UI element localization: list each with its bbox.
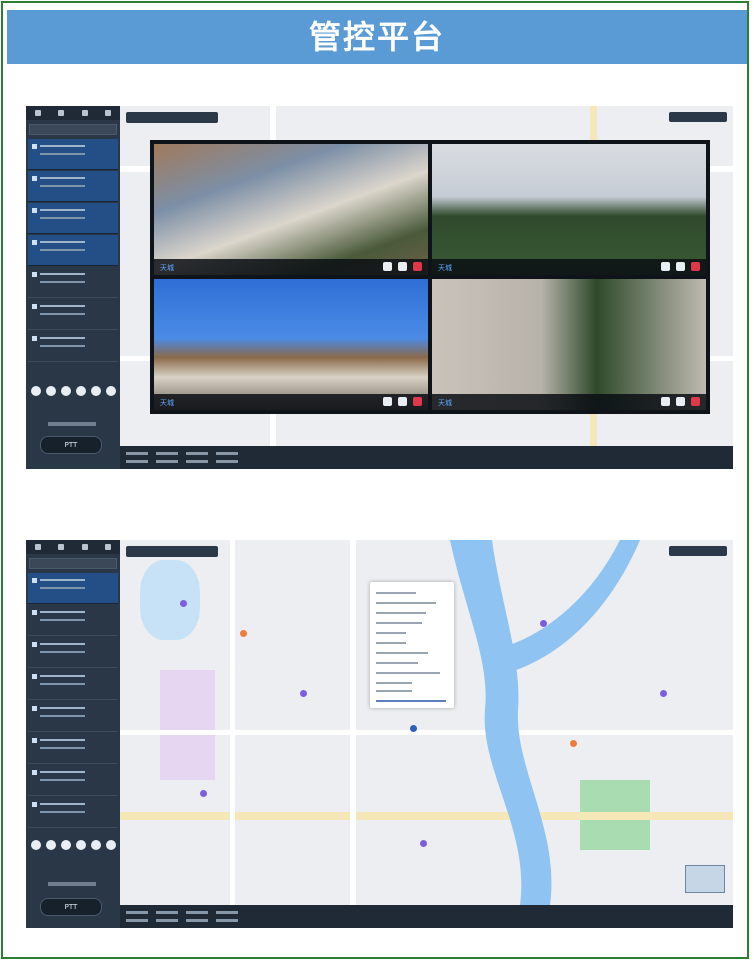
list-item[interactable] [28,733,118,764]
list-item[interactable] [28,701,118,732]
user-icon[interactable] [34,110,41,116]
status-text [48,422,96,426]
selected-device-marker[interactable] [410,725,417,732]
video-channel-label[interactable]: 天城 [160,263,174,273]
video-feed-guards[interactable]: 天城 [432,144,706,275]
bottom-bar [120,905,733,928]
map-search-input[interactable] [126,112,218,123]
map-marker[interactable] [420,840,427,847]
map-view[interactable]: 天城 天城 天城 天城 [120,106,733,446]
settings-icon[interactable] [105,544,112,550]
device-info-popup [370,582,454,708]
left-sidebar: PTT [26,540,120,928]
talk-icon[interactable] [75,386,86,396]
camera-icon[interactable] [383,262,392,271]
camera-icon[interactable] [383,397,392,406]
video-feed-patrol-car[interactable]: 天城 [154,279,428,410]
video-monitoring-screenshot: PTT 天城 天城 天城 天城 [26,106,733,469]
list-item[interactable] [28,267,118,298]
speaker-icon[interactable] [398,262,407,271]
sidebar-toolbar [26,106,120,120]
video-icon[interactable] [60,840,71,850]
talk-icon[interactable] [75,840,86,850]
status-text [48,882,96,886]
bottom-bar [120,446,733,469]
action-icons [28,840,118,850]
video-control-bar: 天城 [154,394,428,410]
camera-icon[interactable] [661,397,670,406]
hangup-icon[interactable] [691,397,700,406]
video-grid: 天城 天城 天城 天城 [150,140,710,414]
hangup-icon[interactable] [413,262,422,271]
video-channel-label[interactable]: 天城 [438,263,452,273]
sidebar-search-input[interactable] [29,558,117,569]
list-item[interactable] [28,139,118,170]
ptt-button[interactable]: PTT [40,898,102,916]
list-item[interactable] [28,669,118,700]
map-marker[interactable] [300,690,307,697]
map-marker[interactable] [660,690,667,697]
video-control-bar: 天城 [432,259,706,275]
map-toolbar[interactable] [669,112,727,122]
list-item[interactable] [28,637,118,668]
list-item[interactable] [28,765,118,796]
camera-icon[interactable] [661,262,670,271]
list-item[interactable] [28,605,118,636]
map-positioning-screenshot: PTT [26,540,733,928]
group-icon[interactable] [58,544,65,550]
phone-icon[interactable] [45,386,56,396]
locate-icon[interactable] [30,386,41,396]
video-icon[interactable] [60,386,71,396]
hangup-icon[interactable] [691,262,700,271]
settings-icon[interactable] [105,110,112,116]
list-item[interactable] [28,203,118,234]
video-feed-monitor-room[interactable]: 天城 [154,144,428,275]
list-item[interactable] [28,299,118,330]
call-icon[interactable] [81,110,88,116]
message-icon[interactable] [90,386,101,396]
map-marker[interactable] [200,790,207,797]
hangup-icon[interactable] [413,397,422,406]
page-title: 管控平台 [7,10,747,64]
minimap[interactable] [685,865,725,893]
speaker-icon[interactable] [676,397,685,406]
user-icon[interactable] [34,544,41,550]
speaker-icon[interactable] [398,397,407,406]
video-control-bar: 天城 [154,259,428,275]
list-item[interactable] [28,573,118,604]
action-icons [28,386,118,396]
ptt-button[interactable]: PTT [40,436,102,454]
group-icon[interactable] [58,110,65,116]
call-icon[interactable] [81,544,88,550]
video-control-bar: 天城 [432,394,706,410]
left-sidebar: PTT [26,106,120,469]
list-item[interactable] [28,235,118,266]
sidebar-toolbar [26,540,120,554]
list-item[interactable] [28,331,118,362]
video-channel-label[interactable]: 天城 [160,398,174,408]
map-marker[interactable] [570,740,577,747]
map-toolbar[interactable] [669,546,727,556]
message-icon[interactable] [90,840,101,850]
video-feed-sentry[interactable]: 天城 [432,279,706,410]
speaker-icon[interactable] [676,262,685,271]
phone-icon[interactable] [45,840,56,850]
list-item[interactable] [28,171,118,202]
locate-icon[interactable] [30,840,41,850]
map-marker[interactable] [240,630,247,637]
map-marker[interactable] [180,600,187,607]
map-view[interactable] [120,540,733,905]
more-icon[interactable] [105,840,116,850]
map-marker[interactable] [540,620,547,627]
video-channel-label[interactable]: 天城 [438,398,452,408]
list-item[interactable] [28,797,118,828]
more-icon[interactable] [105,386,116,396]
map-search-input[interactable] [126,546,218,557]
sidebar-search-input[interactable] [29,124,117,135]
